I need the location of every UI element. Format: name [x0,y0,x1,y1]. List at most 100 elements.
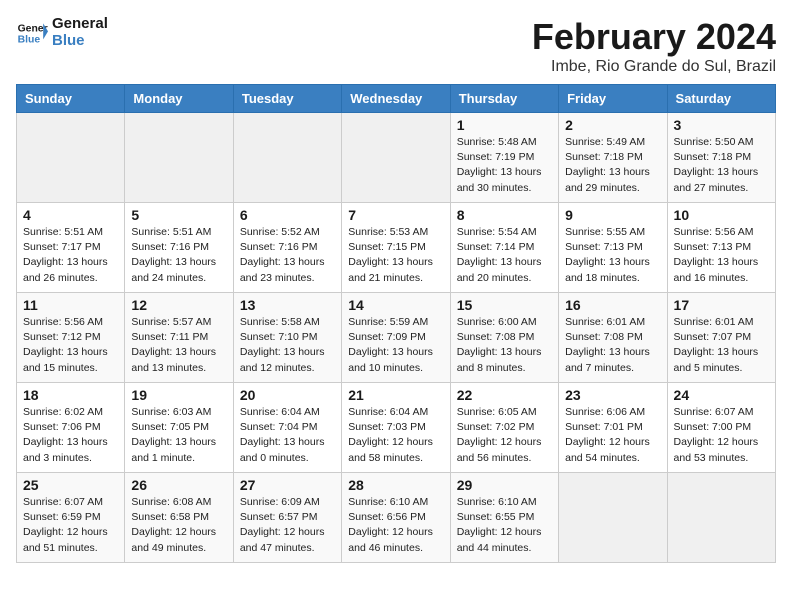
week-row-0: 1 Sunrise: 5:48 AM Sunset: 7:19 PM Daylig… [17,113,776,203]
day-info: Sunrise: 5:52 AM Sunset: 7:16 PM Dayligh… [240,225,335,286]
calendar-cell: 9 Sunrise: 5:55 AM Sunset: 7:13 PM Daylig… [559,203,667,293]
day-info: Sunrise: 6:06 AM Sunset: 7:01 PM Dayligh… [565,405,660,466]
day-number: 3 [674,117,769,133]
calendar-cell: 11 Sunrise: 5:56 AM Sunset: 7:12 PM Dayli… [17,293,125,383]
day-number: 5 [131,207,226,223]
day-number: 25 [23,477,118,493]
calendar-cell: 23 Sunrise: 6:06 AM Sunset: 7:01 PM Dayli… [559,383,667,473]
calendar-subtitle: Imbe, Rio Grande do Sul, Brazil [532,58,776,76]
day-number: 24 [674,387,769,403]
day-number: 27 [240,477,335,493]
calendar-cell: 22 Sunrise: 6:05 AM Sunset: 7:02 PM Dayli… [450,383,558,473]
calendar-cell [559,473,667,563]
day-number: 1 [457,117,552,133]
weekday-header-sunday: Sunday [17,85,125,113]
week-row-1: 4Sunrise: 5:51 AM Sunset: 7:17 PM Daylig… [17,203,776,293]
day-number: 16 [565,297,660,313]
calendar-cell: 18 Sunrise: 6:02 AM Sunset: 7:06 PM Dayli… [17,383,125,473]
calendar-cell: 19 Sunrise: 6:03 AM Sunset: 7:05 PM Dayli… [125,383,233,473]
day-info: Sunrise: 6:00 AM Sunset: 7:08 PM Dayligh… [457,315,552,376]
weekday-header-monday: Monday [125,85,233,113]
calendar-cell [342,113,450,203]
calendar-cell: 1 Sunrise: 5:48 AM Sunset: 7:19 PM Daylig… [450,113,558,203]
calendar-cell: 14Sunrise: 5:59 AM Sunset: 7:09 PM Dayli… [342,293,450,383]
day-number: 22 [457,387,552,403]
logo-icon: General Blue [16,17,48,49]
day-number: 4 [23,207,118,223]
weekday-header-saturday: Saturday [667,85,775,113]
calendar-cell [125,113,233,203]
day-number: 23 [565,387,660,403]
day-info: Sunrise: 6:10 AM Sunset: 6:56 PM Dayligh… [348,495,443,556]
week-row-2: 11 Sunrise: 5:56 AM Sunset: 7:12 PM Dayli… [17,293,776,383]
calendar-cell: 3 Sunrise: 5:50 AM Sunset: 7:18 PM Daylig… [667,113,775,203]
day-number: 21 [348,387,443,403]
day-info: Sunrise: 6:10 AM Sunset: 6:55 PM Dayligh… [457,495,552,556]
day-info: Sunrise: 5:59 AM Sunset: 7:09 PM Dayligh… [348,315,443,376]
day-number: 6 [240,207,335,223]
calendar-cell: 21 Sunrise: 6:04 AM Sunset: 7:03 PM Dayli… [342,383,450,473]
calendar-cell: 17 Sunrise: 6:01 AM Sunset: 7:07 PM Dayli… [667,293,775,383]
day-info: Sunrise: 6:01 AM Sunset: 7:08 PM Dayligh… [565,315,660,376]
calendar-cell: 8 Sunrise: 5:54 AM Sunset: 7:14 PM Daylig… [450,203,558,293]
calendar-cell: 6 Sunrise: 5:52 AM Sunset: 7:16 PM Daylig… [233,203,341,293]
day-info: Sunrise: 5:55 AM Sunset: 7:13 PM Dayligh… [565,225,660,286]
day-info: Sunrise: 6:01 AM Sunset: 7:07 PM Dayligh… [674,315,769,376]
calendar-cell: 16 Sunrise: 6:01 AM Sunset: 7:08 PM Dayli… [559,293,667,383]
day-info: Sunrise: 6:07 AM Sunset: 6:59 PM Dayligh… [23,495,118,556]
calendar-cell: 29 Sunrise: 6:10 AM Sunset: 6:55 PM Dayli… [450,473,558,563]
calendar-cell: 10 Sunrise: 5:56 AM Sunset: 7:13 PM Dayli… [667,203,775,293]
day-number: 10 [674,207,769,223]
day-number: 8 [457,207,552,223]
calendar-cell: 26 Sunrise: 6:08 AM Sunset: 6:58 PM Dayli… [125,473,233,563]
day-number: 20 [240,387,335,403]
day-number: 2 [565,117,660,133]
day-info: Sunrise: 5:51 AM Sunset: 7:16 PM Dayligh… [131,225,226,286]
day-info: Sunrise: 5:56 AM Sunset: 7:12 PM Dayligh… [23,315,118,376]
day-info: Sunrise: 6:04 AM Sunset: 7:03 PM Dayligh… [348,405,443,466]
day-info: Sunrise: 5:58 AM Sunset: 7:10 PM Dayligh… [240,315,335,376]
calendar-cell: 5 Sunrise: 5:51 AM Sunset: 7:16 PM Daylig… [125,203,233,293]
day-info: Sunrise: 5:56 AM Sunset: 7:13 PM Dayligh… [674,225,769,286]
day-info: Sunrise: 5:49 AM Sunset: 7:18 PM Dayligh… [565,135,660,196]
week-row-4: 25 Sunrise: 6:07 AM Sunset: 6:59 PM Dayli… [17,473,776,563]
day-number: 13 [240,297,335,313]
logo-general: General [52,16,108,33]
day-number: 12 [131,297,226,313]
weekday-header-thursday: Thursday [450,85,558,113]
day-number: 18 [23,387,118,403]
calendar-cell [17,113,125,203]
calendar-cell: 28 Sunrise: 6:10 AM Sunset: 6:56 PM Dayli… [342,473,450,563]
calendar-cell: 20 Sunrise: 6:04 AM Sunset: 7:04 PM Dayli… [233,383,341,473]
calendar-cell: 25 Sunrise: 6:07 AM Sunset: 6:59 PM Dayli… [17,473,125,563]
calendar-cell: 13 Sunrise: 5:58 AM Sunset: 7:10 PM Dayli… [233,293,341,383]
day-info: Sunrise: 5:48 AM Sunset: 7:19 PM Dayligh… [457,135,552,196]
day-number: 11 [23,297,118,313]
day-info: Sunrise: 6:03 AM Sunset: 7:05 PM Dayligh… [131,405,226,466]
logo: General Blue General Blue [16,16,108,49]
day-info: Sunrise: 5:50 AM Sunset: 7:18 PM Dayligh… [674,135,769,196]
day-number: 17 [674,297,769,313]
day-info: Sunrise: 6:07 AM Sunset: 7:00 PM Dayligh… [674,405,769,466]
svg-text:Blue: Blue [18,34,41,45]
day-info: Sunrise: 6:04 AM Sunset: 7:04 PM Dayligh… [240,405,335,466]
day-number: 9 [565,207,660,223]
weekday-header-wednesday: Wednesday [342,85,450,113]
calendar-cell: 2 Sunrise: 5:49 AM Sunset: 7:18 PM Daylig… [559,113,667,203]
day-number: 29 [457,477,552,493]
week-row-3: 18 Sunrise: 6:02 AM Sunset: 7:06 PM Dayli… [17,383,776,473]
header: General Blue General Blue February 2024 … [16,16,776,76]
weekday-header-row: SundayMondayTuesdayWednesdayThursdayFrid… [17,85,776,113]
day-number: 26 [131,477,226,493]
day-info: Sunrise: 5:54 AM Sunset: 7:14 PM Dayligh… [457,225,552,286]
day-info: Sunrise: 5:53 AM Sunset: 7:15 PM Dayligh… [348,225,443,286]
day-number: 7 [348,207,443,223]
calendar-title: February 2024 [532,16,776,58]
day-info: Sunrise: 6:05 AM Sunset: 7:02 PM Dayligh… [457,405,552,466]
day-number: 28 [348,477,443,493]
day-number: 19 [131,387,226,403]
day-info: Sunrise: 6:08 AM Sunset: 6:58 PM Dayligh… [131,495,226,556]
calendar-cell: 12Sunrise: 5:57 AM Sunset: 7:11 PM Dayli… [125,293,233,383]
day-info: Sunrise: 6:02 AM Sunset: 7:06 PM Dayligh… [23,405,118,466]
calendar-cell: 4Sunrise: 5:51 AM Sunset: 7:17 PM Daylig… [17,203,125,293]
